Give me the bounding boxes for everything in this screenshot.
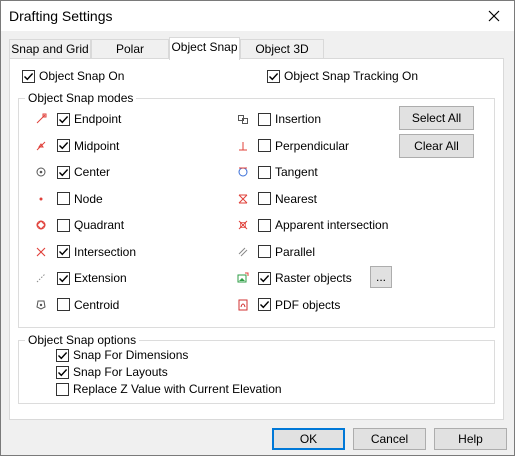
tab-snap-and-grid[interactable]: Snap and Grid [9,39,91,59]
midpoint-icon [35,140,47,152]
tab-polar-tracking[interactable]: Polar Tracking [91,39,169,75]
checkbox-label: Center [74,165,111,179]
checkbox-label: Midpoint [74,138,120,153]
checkbox-box[interactable] [258,139,271,152]
dialog-title: Drafting Settings [9,8,113,24]
center-checkbox[interactable]: Center [57,165,110,179]
node-checkbox[interactable]: Node [57,192,103,206]
ok-button[interactable]: OK [272,428,345,450]
node-icon [35,193,47,205]
checkbox-label: Tangent [275,165,318,179]
dialog-window: Drafting Settings Snap and Grid Polar Tr… [0,0,515,456]
help-button[interactable]: Help [434,428,507,450]
checkbox-label: Endpoint [74,112,122,126]
raster-objects-checkbox[interactable]: Raster objects [258,271,352,285]
parallel-icon [237,246,249,258]
checkbox-label: Nearest [275,191,318,206]
checkbox-box[interactable] [57,271,70,285]
midpoint-checkbox[interactable]: Midpoint [57,139,119,153]
nearest-checkbox[interactable]: Nearest [258,192,317,206]
select-all-button[interactable]: Select All [399,106,474,130]
object-snap-modes-group: Object Snap modes Select All Clear All .… [18,91,495,328]
checkbox-label: Perpendicular [275,138,350,153]
centroid-checkbox[interactable]: Centroid [57,298,119,312]
checkbox-box[interactable] [258,271,271,285]
checkbox-box[interactable] [258,192,271,205]
checkbox-label: Object Snap On [39,69,125,83]
checkbox-label: Insertion [275,112,322,126]
checkbox-box[interactable] [57,298,70,311]
tangent-icon [237,166,249,178]
apparent-intersection-icon [237,219,249,231]
nearest-icon [237,193,249,205]
tangent-checkbox[interactable]: Tangent [258,165,318,179]
close-icon[interactable] [474,1,514,31]
checkbox-label: Intersection [74,244,137,259]
centroid-icon [35,299,47,311]
extension-checkbox[interactable]: Extension [57,271,127,285]
object-snap-panel: Object Snap On Object Snap Tracking On O… [9,58,504,420]
raster-icon [237,272,249,284]
parallel-checkbox[interactable]: Parallel [258,245,315,259]
checkbox-box[interactable] [267,69,280,83]
tab-object-3d-snap[interactable]: Object 3D Snap [240,39,324,75]
checkbox-box[interactable] [56,365,69,379]
checkbox-label: Centroid [74,297,120,312]
checkbox-label: Apparent intersection [275,218,389,232]
pdf-icon [237,299,249,311]
intersection-checkbox[interactable]: Intersection [57,245,136,259]
checkbox-label: Replace Z Value with Current Elevation [73,382,282,396]
quadrant-icon [35,219,47,231]
replace-z-value-with-current-elevation-checkbox[interactable]: Replace Z Value with Current Elevation [56,382,282,396]
cancel-button[interactable]: Cancel [353,428,426,450]
title-bar: Drafting Settings [1,1,514,31]
quadrant-checkbox[interactable]: Quadrant [57,218,124,232]
snap-for-dimensions-checkbox[interactable]: Snap For Dimensions [56,348,188,362]
checkbox-box[interactable] [258,298,271,311]
extension-icon [35,272,47,284]
endpoint-checkbox[interactable]: Endpoint [57,112,121,126]
object-snap-options-group: Object Snap options Snap For Dimensions S… [18,333,495,404]
checkbox-box[interactable] [57,192,70,205]
checkbox-label: Raster objects [275,271,352,285]
perpendicular-checkbox[interactable]: Perpendicular [258,139,349,153]
tab-object-snap[interactable]: Object Snap [169,37,240,60]
checkbox-box[interactable] [258,112,271,126]
clear-all-button[interactable]: Clear All [399,134,474,158]
checkbox-label: Object Snap Tracking On [284,69,419,83]
checkbox-box[interactable] [57,218,70,232]
checkbox-box[interactable] [57,112,70,126]
checkbox-label: Snap For Dimensions [73,348,189,362]
checkbox-label: Parallel [275,244,316,259]
checkbox-label: Quadrant [74,218,125,232]
snap-for-layouts-checkbox[interactable]: Snap For Layouts [56,365,168,379]
checkbox-label: Extension [74,271,127,285]
checkbox-box[interactable] [57,165,70,179]
pdf-objects-checkbox[interactable]: PDF objects [258,298,340,312]
checkbox-box[interactable] [57,139,70,152]
insertion-checkbox[interactable]: Insertion [258,112,321,126]
object-snap-tracking-on-checkbox[interactable]: Object Snap Tracking On [267,69,418,83]
group-title: Object Snap modes [25,91,137,105]
intersection-icon [35,246,47,258]
checkbox-box[interactable] [258,245,271,258]
checkbox-label: Snap For Layouts [73,365,168,379]
checkbox-box[interactable] [22,69,35,83]
group-title: Object Snap options [25,333,140,347]
center-icon [35,166,47,178]
checkbox-box[interactable] [258,218,271,232]
object-snap-on-checkbox[interactable]: Object Snap On [22,69,124,83]
endpoint-icon [35,113,47,125]
checkbox-box[interactable] [57,245,70,258]
checkbox-box[interactable] [56,348,69,362]
apparent-intersection-checkbox[interactable]: Apparent intersection [258,218,388,232]
checkbox-box[interactable] [258,165,271,179]
checkbox-label: PDF objects [275,297,341,312]
raster-objects-settings-button[interactable]: ... [370,266,392,288]
perpendicular-icon [237,140,249,152]
checkbox-box[interactable] [56,382,69,396]
insertion-icon [237,113,249,125]
checkbox-label: Node [74,191,103,206]
